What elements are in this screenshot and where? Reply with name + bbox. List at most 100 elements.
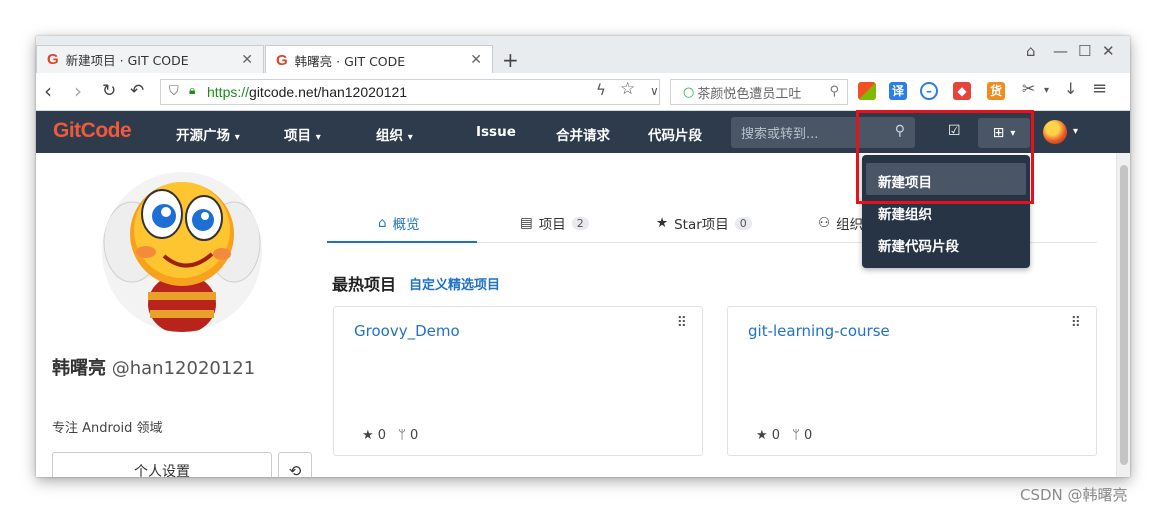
tab-title: 新建项目 · GIT CODE [65, 53, 189, 68]
apps-icon[interactable] [858, 82, 876, 100]
tab-overview-label: 概览 [392, 217, 420, 233]
rss-share-icon[interactable]: ⟲ [278, 452, 312, 477]
fork-count: ᛘ 0 [792, 428, 812, 443]
url-bar[interactable]: ⛉ 🔒︎ https:// gitcode.net/han12020121 [160, 79, 660, 105]
browser-tab-new-project[interactable]: G 新建项目 · GIT CODE ✕ [36, 45, 264, 73]
profile-settings-button[interactable]: 个人设置 [52, 452, 272, 477]
tab-projects-count: 2 [571, 216, 589, 230]
annotation-highlight-box [856, 110, 1034, 204]
gitcode-g-icon: G [276, 51, 288, 69]
star-icon[interactable]: ☆ [620, 79, 635, 99]
download-icon[interactable]: ↓ [1064, 79, 1077, 98]
project-card[interactable]: git-learning-course ⠿ ★ 0 ᛘ 0 [727, 306, 1097, 456]
chevron-down-icon: ▾ [234, 132, 240, 143]
file-icon: ▤ [520, 215, 533, 231]
active-tab-indicator [327, 241, 477, 243]
menu-item-new-group[interactable]: 新建组织 [878, 203, 932, 223]
minimize-button[interactable]: — [1053, 42, 1068, 60]
csdn-watermark: CSDN @韩曙亮 [1020, 486, 1128, 504]
user-handle: @han12020121 [111, 358, 256, 379]
profile-bio: 专注 Android 领域 [52, 421, 163, 436]
chevron-down-icon[interactable]: ∨ [650, 84, 659, 98]
nav-groups[interactable]: 组织 ▾ [376, 124, 413, 144]
scrollbar-thumb[interactable] [1120, 165, 1128, 465]
close-window-button[interactable]: ✕ [1102, 42, 1115, 60]
nav-merge-requests[interactable]: 合并请求 [556, 124, 610, 144]
forward-icon[interactable]: › [74, 79, 82, 103]
tab-close-icon[interactable]: ✕ [241, 52, 253, 68]
star-count: ★ 0 [362, 428, 386, 443]
tab-close-icon[interactable]: ✕ [470, 52, 482, 68]
tab-starred[interactable]: ★ Star项目 0 [656, 213, 752, 233]
nav-projects-label: 项目 [284, 128, 311, 144]
star-count-value: 0 [377, 428, 387, 443]
tab-projects-label: 项目 [538, 217, 566, 233]
tab-overview[interactable]: ⌂ 概览 [378, 213, 420, 233]
hot-projects-title: 最热项目 [332, 275, 397, 294]
users-icon: ⚇ [818, 215, 831, 231]
lock-icon: 🔒︎ [189, 83, 196, 97]
search-placeholder: 搜索或转到... [741, 127, 819, 142]
star-count: ★ 0 [756, 428, 780, 443]
tab-starred-label: Star项目 [674, 217, 729, 233]
project-name-link[interactable]: Groovy_Demo [354, 322, 460, 340]
minus-circle-icon[interactable]: – [920, 82, 938, 100]
nav-explore-label: 开源广场 [176, 128, 230, 144]
search-icon[interactable]: ⚲ [829, 84, 839, 99]
project-stats: ★ 0 ᛘ 0 [756, 428, 812, 443]
browser-search-box[interactable]: ○ 茶颜悦色遭员工吐 ⚲ [670, 79, 848, 105]
shield-icon: ⛉ [169, 83, 179, 98]
menu-icon[interactable]: ≡ [1092, 78, 1107, 99]
fork-icon: ᛘ [792, 428, 800, 443]
tab-title: 韩曙亮 · GIT CODE [294, 53, 406, 69]
star-icon: ★ [362, 428, 374, 443]
nav-snippets[interactable]: 代码片段 [648, 124, 702, 144]
fork-icon: ᛘ [398, 428, 406, 443]
reload-icon[interactable]: ↻ [102, 81, 116, 101]
scissors-icon[interactable]: ✂ [1022, 79, 1035, 98]
star-icon: ★ [756, 428, 768, 443]
customize-featured-link[interactable]: 自定义精选项目 [409, 274, 500, 293]
tab-starred-count: 0 [734, 216, 752, 230]
project-name-link[interactable]: git-learning-course [748, 322, 890, 340]
star-icon: ★ [656, 215, 669, 231]
browser-window: G 新建项目 · GIT CODE ✕ G 韩曙亮 · GIT CODE ✕ +… [36, 36, 1130, 477]
search-engine-icon: ○ [683, 84, 695, 100]
page-scrollbar[interactable] [1116, 153, 1130, 477]
home-icon: ⌂ [378, 215, 387, 231]
tab-groups-label: 组织 [836, 217, 864, 233]
drag-handle-icon[interactable]: ⠿ [1071, 316, 1082, 330]
game-icon[interactable]: ◆ [953, 82, 971, 100]
display-name: 韩曙亮 [52, 358, 106, 379]
undo-icon[interactable]: ↶ [130, 81, 144, 101]
browser-tab-profile[interactable]: G 韩曙亮 · GIT CODE ✕ [265, 45, 493, 74]
chevron-down-icon[interactable]: ▾ [1044, 85, 1049, 96]
tab-groups[interactable]: ⚇ 组织 [818, 213, 863, 233]
url-path: gitcode.net/han12020121 [249, 84, 408, 100]
lightning-icon[interactable]: ϟ [596, 81, 606, 99]
chevron-down-icon: ▾ [315, 132, 321, 143]
pin-icon[interactable]: ⌂ [1026, 42, 1036, 60]
search-engine-text: 茶颜悦色遭员工吐 [697, 86, 802, 102]
deal-icon[interactable]: 货 [987, 82, 1005, 100]
url-protocol: https:// [207, 84, 250, 100]
fork-count-value: 0 [804, 428, 813, 443]
gitcode-logo[interactable]: GitCode [53, 119, 132, 143]
tab-projects[interactable]: ▤ 项目 2 [520, 213, 589, 233]
chevron-down-icon: ▾ [407, 132, 413, 143]
tab-strip: G 新建项目 · GIT CODE ✕ G 韩曙亮 · GIT CODE ✕ +… [36, 36, 1130, 74]
nav-projects[interactable]: 项目 ▾ [284, 124, 321, 144]
back-icon[interactable]: ‹ [44, 79, 52, 103]
menu-item-new-snippet[interactable]: 新建代码片段 [878, 235, 959, 255]
profile-name: 韩曙亮 @han12020121 [52, 354, 255, 380]
maximize-button[interactable]: ☐ [1078, 42, 1091, 60]
project-card[interactable]: Groovy_Demo ⠿ ★ 0 ᛘ 0 [333, 306, 703, 456]
translate-icon[interactable]: 译 [889, 82, 907, 100]
fork-count: ᛘ 0 [398, 428, 418, 443]
chevron-down-icon[interactable]: ▾ [1073, 126, 1078, 137]
nav-explore[interactable]: 开源广场 ▾ [176, 124, 240, 144]
nav-issue[interactable]: Issue [476, 124, 516, 140]
new-tab-button[interactable]: + [502, 48, 519, 72]
user-avatar-menu[interactable] [1043, 120, 1067, 144]
drag-handle-icon[interactable]: ⠿ [677, 316, 688, 330]
